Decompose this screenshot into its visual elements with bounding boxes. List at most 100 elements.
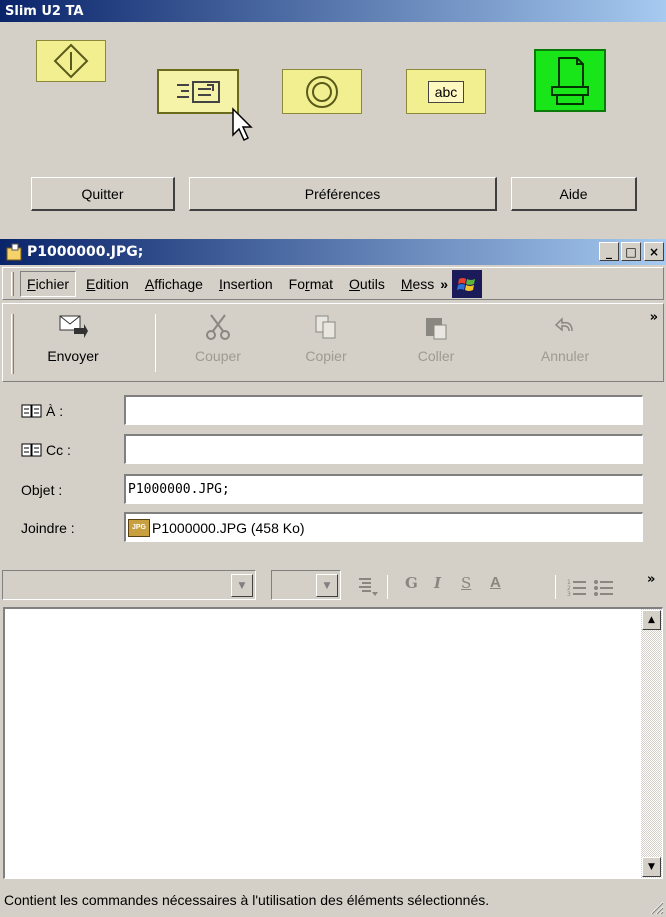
undo-button[interactable]: Annuler <box>515 312 615 364</box>
bold-button[interactable]: G <box>405 574 418 592</box>
vertical-scrollbar[interactable]: ▲ ▼ <box>641 609 662 878</box>
menu-item-fichier[interactable]: Fichier <box>20 270 77 297</box>
close-button[interactable]: × <box>644 242 664 261</box>
undo-button-label: Annuler <box>540 348 590 364</box>
font-color-button[interactable]: A <box>490 574 501 591</box>
copy-button[interactable]: Copier <box>276 312 376 364</box>
menu-item-outils[interactable]: Outils <box>343 272 391 296</box>
message-body[interactable]: ▲ ▼ <box>3 607 663 879</box>
address-book-icon <box>21 443 42 457</box>
standard-toolbar: Envoyer Couper Copier Coller Annuler » <box>2 303 664 382</box>
cut-button-label: Couper <box>195 348 241 364</box>
quit-button-label: Quitter <box>81 185 124 202</box>
list-mode-button[interactable] <box>157 69 239 114</box>
subject-label: Objet : <box>21 482 63 498</box>
paste-button-label: Coller <box>417 348 455 364</box>
subject-field[interactable]: P1000000.JPG; <box>124 474 643 504</box>
subject-value: P1000000.JPG; <box>128 482 230 497</box>
menu-bar-grip[interactable] <box>11 271 14 296</box>
toolbar-grip[interactable] <box>11 314 14 374</box>
to-field[interactable] <box>124 395 643 425</box>
to-row[interactable]: À : <box>21 397 63 425</box>
format-separator <box>387 575 388 599</box>
copy-icon <box>315 315 336 339</box>
power-button[interactable] <box>36 40 106 82</box>
status-text: Contient les commandes nécessaires à l'u… <box>4 892 490 908</box>
toolbar-separator <box>155 314 156 372</box>
italic-button[interactable]: I <box>434 574 441 592</box>
status-bar: Contient les commandes nécessaires à l'u… <box>0 883 666 917</box>
undo-icon <box>554 317 573 332</box>
format-overflow-chevron[interactable]: » <box>647 572 655 587</box>
arrow-down-icon: ▼ <box>648 862 655 872</box>
menu-item-format[interactable]: Format <box>283 272 339 296</box>
cc-field[interactable] <box>124 434 643 464</box>
spellcheck-button[interactable]: abc <box>406 69 486 114</box>
attach-label: Joindre : <box>21 520 75 536</box>
target-icon <box>306 75 338 108</box>
quit-button[interactable]: Quitter <box>31 177 175 211</box>
toolbar-overflow-chevron[interactable]: » <box>650 310 658 325</box>
jpg-file-icon: JPG <box>128 518 150 537</box>
abc-icon: abc <box>427 80 465 103</box>
send-button-label: Envoyer <box>47 348 99 364</box>
menu-overflow-chevron[interactable]: » <box>440 276 448 292</box>
minimize-button[interactable]: _ <box>599 242 619 261</box>
underline-button[interactable]: S <box>461 574 471 592</box>
help-button[interactable]: Aide <box>511 177 637 211</box>
font-size-dropdown-button[interactable]: ▼ <box>316 574 338 597</box>
font-name-dropdown-button[interactable]: ▼ <box>231 574 253 597</box>
record-button[interactable] <box>282 69 362 114</box>
send-button[interactable]: Envoyer <box>23 312 123 364</box>
windows-logo-icon <box>452 269 483 298</box>
abc-icon-label: abc <box>434 83 458 100</box>
font-size-combo[interactable]: ▼ <box>271 570 341 600</box>
format-separator <box>555 575 556 599</box>
bullet-list-icon[interactable] <box>593 576 615 598</box>
menu-bar: Fichier Edition Affichage Insertion Form… <box>2 267 664 300</box>
scroll-up-button[interactable]: ▲ <box>642 610 661 630</box>
arrow-up-icon: ▲ <box>648 615 655 625</box>
window-title-bar: P1000000.JPG; _ □ × <box>0 239 666 265</box>
preferences-button-label: Préférences <box>304 185 381 202</box>
list-arrow-icon <box>177 80 220 103</box>
minimize-icon: _ <box>606 244 612 259</box>
scissors-icon <box>206 314 230 340</box>
paragraph-style-icon[interactable] <box>356 575 378 597</box>
menu-item-message[interactable]: Mess <box>395 272 440 296</box>
cut-button[interactable]: Couper <box>168 312 268 364</box>
chevron-down-icon: ▼ <box>323 580 331 591</box>
address-book-icon <box>21 404 42 418</box>
printer-icon <box>551 56 589 105</box>
send-mail-icon <box>59 315 88 338</box>
attach-field[interactable]: JPG P1000000.JPG (458 Ko) <box>124 512 643 542</box>
slim-panel-title-text: Slim U2 TA <box>5 3 84 19</box>
scroll-down-button[interactable]: ▼ <box>642 857 661 877</box>
copy-button-label: Copier <box>305 348 347 364</box>
to-label: À : <box>46 403 64 419</box>
mouse-cursor-icon <box>232 107 253 142</box>
resize-grip-icon[interactable] <box>648 899 664 915</box>
window-title: P1000000.JPG; <box>27 244 144 260</box>
font-name-combo[interactable]: ▼ <box>2 570 256 600</box>
paste-button[interactable]: Coller <box>386 312 486 364</box>
preferences-button[interactable]: Préférences <box>189 177 497 211</box>
help-button-label: Aide <box>559 185 588 202</box>
menu-item-affichage[interactable]: Affichage <box>139 272 209 296</box>
slim-panel-title: Slim U2 TA <box>0 0 666 22</box>
cc-row[interactable]: Cc : <box>21 436 71 464</box>
paste-icon <box>426 318 447 340</box>
compose-mail-icon <box>6 243 22 261</box>
attachment-item[interactable]: P1000000.JPG (458 Ko) <box>152 520 305 536</box>
maximize-button[interactable]: □ <box>621 242 641 261</box>
chevron-down-icon: ▼ <box>238 580 246 591</box>
menu-item-edition[interactable]: Edition <box>80 272 135 296</box>
svg-text:3: 3 <box>567 591 571 598</box>
close-icon: × <box>648 244 660 259</box>
numbered-list-icon[interactable]: 123 <box>566 576 588 598</box>
maximize-icon: □ <box>625 244 637 259</box>
menu-item-insertion[interactable]: Insertion <box>213 272 279 296</box>
power-icon <box>53 43 89 79</box>
printer-button[interactable] <box>534 49 606 112</box>
cc-label: Cc : <box>46 442 71 458</box>
